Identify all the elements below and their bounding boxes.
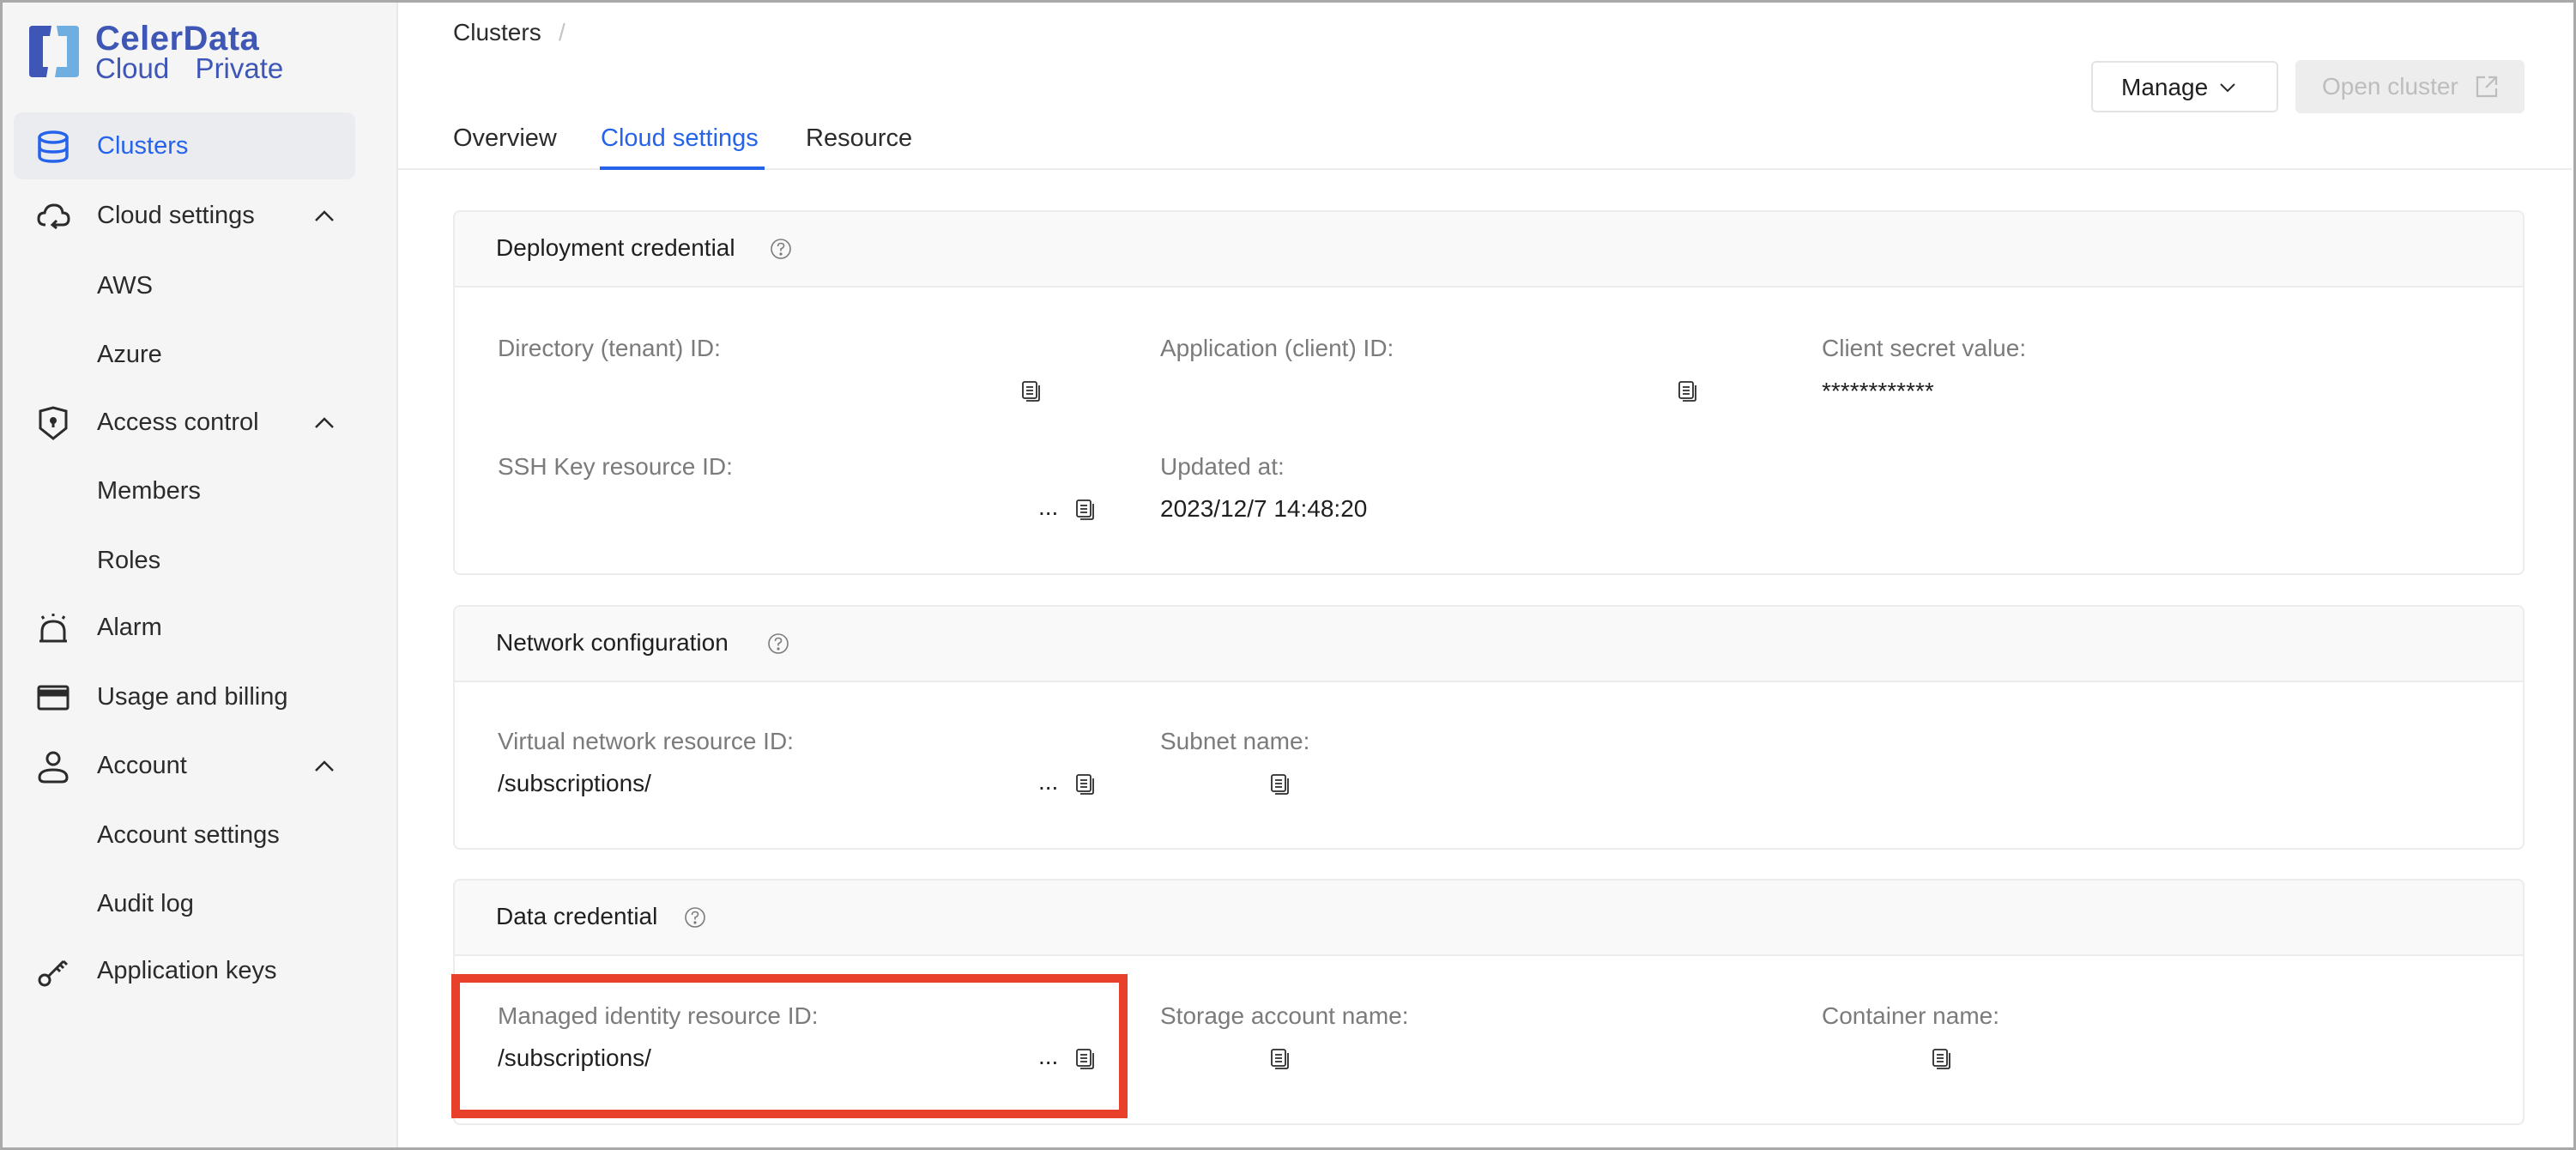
sidebar-item-account[interactable]: Account bbox=[14, 732, 355, 799]
active-tab-indicator bbox=[600, 166, 765, 170]
logo[interactable]: CelerData Cloud Private bbox=[3, 3, 346, 97]
product-name: Cloud Private bbox=[95, 52, 284, 84]
breadcrumb-clusters[interactable]: Clusters bbox=[453, 19, 541, 46]
external-link-icon bbox=[2476, 76, 2498, 98]
copy-icon[interactable] bbox=[1678, 380, 1698, 402]
sidebar: CelerData Cloud Private Clusters Cloud s… bbox=[3, 3, 398, 1147]
copy-icon[interactable] bbox=[1270, 1048, 1291, 1070]
field-label: SSH Key resource ID: bbox=[498, 453, 733, 480]
database-icon bbox=[38, 130, 69, 163]
highlight-box bbox=[451, 974, 1128, 1118]
sidebar-item-access-control[interactable]: Access control bbox=[14, 389, 355, 456]
copy-icon[interactable] bbox=[1075, 773, 1096, 796]
card-title: Network configuration bbox=[496, 629, 729, 656]
sidebar-item-usage-billing[interactable]: Usage and billing bbox=[14, 663, 355, 730]
sidebar-subitem-account-settings[interactable]: Account settings bbox=[14, 802, 355, 869]
field-label: Virtual network resource ID: bbox=[498, 728, 794, 754]
sidebar-item-label: Roles bbox=[97, 547, 161, 574]
sidebar-item-label: Members bbox=[97, 477, 201, 505]
chevron-up-icon[interactable] bbox=[312, 204, 336, 228]
virtual-network-id-value: /subscriptions/ bbox=[498, 770, 651, 796]
field-label: Directory (tenant) ID: bbox=[498, 335, 721, 361]
sidebar-item-label: Application keys bbox=[97, 957, 277, 984]
truncation-ellipsis: ... bbox=[1038, 768, 1059, 795]
sidebar-item-label: Clusters bbox=[97, 132, 189, 160]
user-icon bbox=[38, 751, 69, 784]
shield-lock-icon bbox=[39, 406, 68, 440]
card-title: Deployment credential bbox=[496, 234, 735, 261]
sidebar-item-label: Audit log bbox=[97, 890, 194, 917]
help-icon[interactable] bbox=[767, 632, 789, 655]
copy-icon[interactable] bbox=[1075, 499, 1096, 521]
sidebar-subitem-members[interactable]: Members bbox=[14, 457, 355, 524]
sidebar-subitem-audit-log[interactable]: Audit log bbox=[14, 870, 355, 937]
sidebar-item-label: AWS bbox=[97, 272, 153, 300]
tab-cloud-settings[interactable]: Cloud settings bbox=[601, 124, 759, 153]
chevron-up-icon[interactable] bbox=[312, 411, 336, 435]
open-cluster-button[interactable]: Open cluster bbox=[2295, 60, 2525, 113]
cloud-sync-icon bbox=[37, 203, 70, 230]
network-configuration-card: Network configuration Virtual network re… bbox=[453, 605, 2525, 850]
sidebar-item-label: Account bbox=[97, 752, 187, 779]
sidebar-item-alarm[interactable]: Alarm bbox=[14, 594, 355, 661]
chevron-down-icon bbox=[2220, 83, 2235, 93]
sidebar-item-label: Alarm bbox=[97, 614, 162, 641]
sidebar-item-application-keys[interactable]: Application keys bbox=[14, 937, 355, 1004]
copy-icon[interactable] bbox=[1270, 773, 1291, 796]
sidebar-item-cloud-settings[interactable]: Cloud settings bbox=[14, 182, 355, 249]
field-label: Application (client) ID: bbox=[1160, 335, 1394, 361]
copy-icon[interactable] bbox=[1932, 1048, 1952, 1070]
sidebar-item-label: Account settings bbox=[97, 821, 280, 849]
card-header: Network configuration bbox=[455, 607, 2523, 682]
sidebar-item-label: Usage and billing bbox=[97, 683, 288, 711]
field-label: Storage account name: bbox=[1160, 1002, 1409, 1029]
field-label: Client secret value: bbox=[1822, 335, 2027, 361]
celerdata-logo-icon bbox=[29, 26, 79, 77]
chevron-up-icon[interactable] bbox=[312, 754, 336, 778]
field-label: Subnet name: bbox=[1160, 728, 1310, 754]
key-icon bbox=[38, 959, 69, 987]
credit-card-icon bbox=[37, 685, 70, 711]
card-header: Deployment credential bbox=[455, 212, 2523, 288]
manage-button[interactable]: Manage bbox=[2091, 61, 2278, 112]
card-header: Data credential bbox=[455, 881, 2523, 956]
breadcrumb-separator: / bbox=[559, 19, 565, 45]
card-title: Data credential bbox=[496, 903, 658, 929]
help-icon[interactable] bbox=[770, 238, 792, 260]
help-icon[interactable] bbox=[684, 906, 706, 929]
sidebar-subitem-azure[interactable]: Azure bbox=[14, 321, 355, 388]
updated-at-value: 2023/12/7 14:48:20 bbox=[1160, 495, 1368, 522]
manage-button-label: Manage bbox=[2121, 74, 2209, 100]
truncation-ellipsis: ... bbox=[1038, 493, 1059, 520]
client-secret-value: ************ bbox=[1822, 378, 1934, 404]
open-cluster-label: Open cluster bbox=[2322, 73, 2458, 100]
tab-overview[interactable]: Overview bbox=[453, 124, 557, 153]
sidebar-item-label: Azure bbox=[97, 341, 162, 368]
tab-resource[interactable]: Resource bbox=[806, 124, 912, 153]
sidebar-subitem-roles[interactable]: Roles bbox=[14, 527, 355, 594]
alarm-icon bbox=[39, 614, 67, 643]
sidebar-item-label: Cloud settings bbox=[97, 202, 255, 229]
sidebar-subitem-aws[interactable]: AWS bbox=[14, 252, 355, 319]
sidebar-item-clusters[interactable]: Clusters bbox=[14, 112, 355, 179]
deployment-credential-card: Deployment credential Directory (tenant)… bbox=[453, 210, 2525, 575]
field-label: Container name: bbox=[1822, 1002, 2000, 1029]
field-label: Updated at: bbox=[1160, 453, 1285, 480]
copy-icon[interactable] bbox=[1021, 380, 1042, 402]
sidebar-item-label: Access control bbox=[97, 409, 259, 436]
